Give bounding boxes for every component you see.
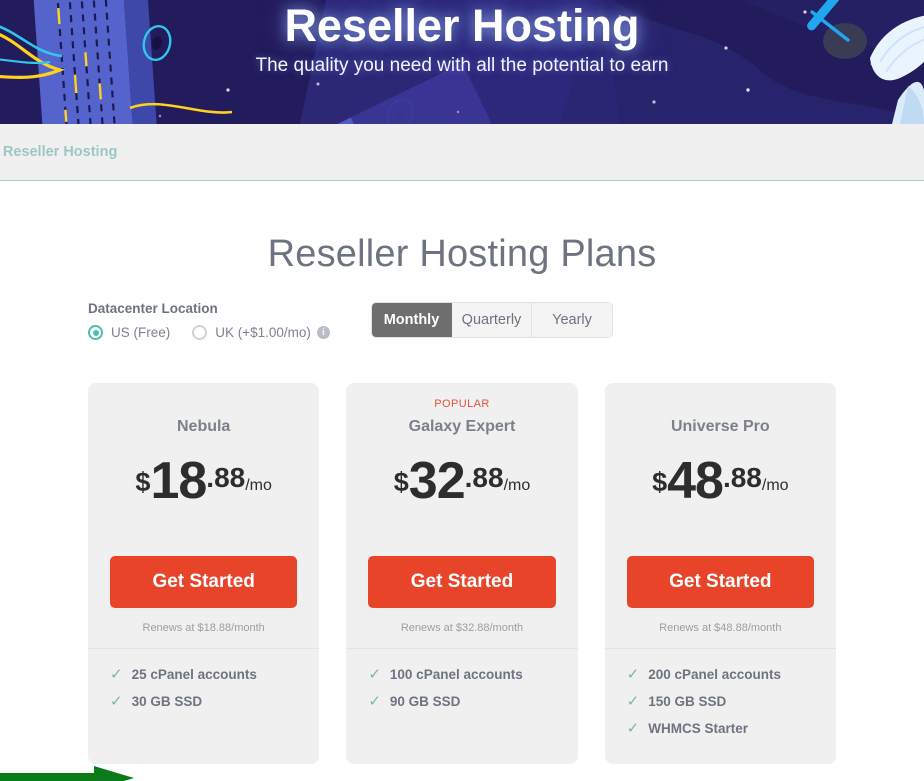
annotation-arrow-icon xyxy=(0,766,134,781)
billing-cycle-quarterly[interactable]: Quarterly xyxy=(452,303,532,337)
get-started-button[interactable]: Get Started xyxy=(110,556,298,608)
price-currency: $ xyxy=(393,467,409,497)
popular-badge xyxy=(88,397,319,411)
breadcrumb-bar: ‹ Reseller Hosting xyxy=(0,124,924,181)
plan-price: $ 32 .88 /mo xyxy=(346,452,577,524)
feature-label: 25 cPanel accounts xyxy=(131,666,257,682)
check-icon: ✓ xyxy=(368,693,381,710)
get-started-button[interactable]: Get Started xyxy=(368,556,556,608)
price-currency: $ xyxy=(652,467,668,497)
price-currency: $ xyxy=(135,467,151,497)
price-period: /mo xyxy=(245,477,272,494)
price-whole: 48 xyxy=(667,452,724,510)
pricing-cards: Nebula $ 18 .88 /mo Get Started Renews a… xyxy=(0,383,924,764)
datacenter-option-uk[interactable]: UK (+$1.00/mo) i xyxy=(192,325,330,340)
feature-label: 150 GB SSD xyxy=(648,693,727,709)
info-icon[interactable]: i xyxy=(316,326,330,339)
get-started-button[interactable]: Get Started xyxy=(626,556,814,608)
feature-label: 100 cPanel accounts xyxy=(389,666,523,682)
feature-item: ✓ WHMCS Starter xyxy=(627,719,836,737)
feature-label: WHMCS Starter xyxy=(648,720,748,736)
plan-features: ✓ 100 cPanel accounts ✓ 90 GB SSD xyxy=(346,649,577,746)
check-icon: ✓ xyxy=(626,720,640,737)
datacenter-option-uk-label: UK (+$1.00/mo) xyxy=(215,325,311,340)
radio-us-icon[interactable] xyxy=(88,325,103,340)
plan-renewal-note: Renews at $18.88/month xyxy=(142,622,265,634)
feature-item: ✓ 90 GB SSD xyxy=(368,692,577,710)
breadcrumb: ‹ Reseller Hosting xyxy=(0,144,117,160)
plan-features: ✓ 25 cPanel accounts ✓ 30 GB SSD xyxy=(88,649,319,746)
price-whole: 32 xyxy=(408,452,466,510)
feature-item: ✓ 100 cPanel accounts xyxy=(368,665,577,683)
check-icon: ✓ xyxy=(110,693,123,710)
plan-features: ✓ 200 cPanel accounts ✓ 150 GB SSD ✓ WHM… xyxy=(605,649,836,764)
plan-renewal-note: Renews at $32.88/month xyxy=(400,622,524,634)
check-icon: ✓ xyxy=(626,693,640,710)
popular-badge xyxy=(605,397,836,411)
plan-name: Nebula xyxy=(176,418,231,435)
price-cents: .88 xyxy=(464,462,504,493)
feature-item: ✓ 30 GB SSD xyxy=(110,692,319,710)
feature-item: ✓ 25 cPanel accounts xyxy=(110,665,319,683)
plan-options-row: Datacenter Location US (Free) UK (+$1.00… xyxy=(0,301,924,361)
plan-name: Galaxy Expert xyxy=(408,418,516,435)
hero-subtitle: The quality you need with all the potent… xyxy=(255,55,669,76)
price-period: /mo xyxy=(761,477,789,494)
billing-cycle-yearly[interactable]: Yearly xyxy=(532,303,612,337)
feature-label: 200 cPanel accounts xyxy=(648,666,782,682)
popular-badge: POPULAR xyxy=(434,398,490,410)
price-cents: .88 xyxy=(722,462,762,493)
feature-label: 30 GB SSD xyxy=(131,693,203,709)
feature-label: 90 GB SSD xyxy=(389,693,461,709)
feature-item: ✓ 200 cPanel accounts xyxy=(627,665,836,683)
radio-uk-icon[interactable] xyxy=(192,325,208,340)
check-icon: ✓ xyxy=(110,666,123,683)
plan-price: $ 18 .88 /mo xyxy=(88,452,319,524)
plan-price: $ 48 .88 /mo xyxy=(605,452,836,524)
plan-card-nebula: Nebula $ 18 .88 /mo Get Started Renews a… xyxy=(88,383,320,764)
breadcrumb-current[interactable]: Reseller Hosting xyxy=(3,144,117,160)
hero-banner: Reseller Hosting The quality you need wi… xyxy=(0,0,924,124)
check-icon: ✓ xyxy=(626,666,640,683)
plan-card-universe-pro: Universe Pro $ 48 .88 /mo Get Started Re… xyxy=(604,383,836,764)
price-whole: 18 xyxy=(150,452,207,510)
billing-cycle-monthly[interactable]: Monthly xyxy=(372,303,452,337)
datacenter-location-label: Datacenter Location xyxy=(88,301,218,316)
hero-title: Reseller Hosting xyxy=(284,0,640,51)
check-icon: ✓ xyxy=(368,666,381,683)
price-period: /mo xyxy=(503,477,531,494)
price-cents: .88 xyxy=(206,462,246,493)
datacenter-option-us[interactable]: US (Free) xyxy=(88,325,170,340)
billing-cycle-toggle[interactable]: Monthly Quarterly Yearly xyxy=(372,303,612,337)
plan-card-galaxy-expert: POPULAR Galaxy Expert $ 32 .88 /mo Get S… xyxy=(346,383,578,764)
plan-renewal-note: Renews at $48.88/month xyxy=(659,622,782,634)
page-title: Reseller Hosting Plans xyxy=(267,233,657,275)
plan-name: Universe Pro xyxy=(670,418,770,435)
feature-item: ✓ 150 GB SSD xyxy=(627,692,836,710)
datacenter-option-us-label: US (Free) xyxy=(111,325,171,340)
plans-page: Reseller Hosting Plans Datacenter Locati… xyxy=(0,181,924,781)
datacenter-location-group: Datacenter Location US (Free) UK (+$1.00… xyxy=(88,301,352,340)
